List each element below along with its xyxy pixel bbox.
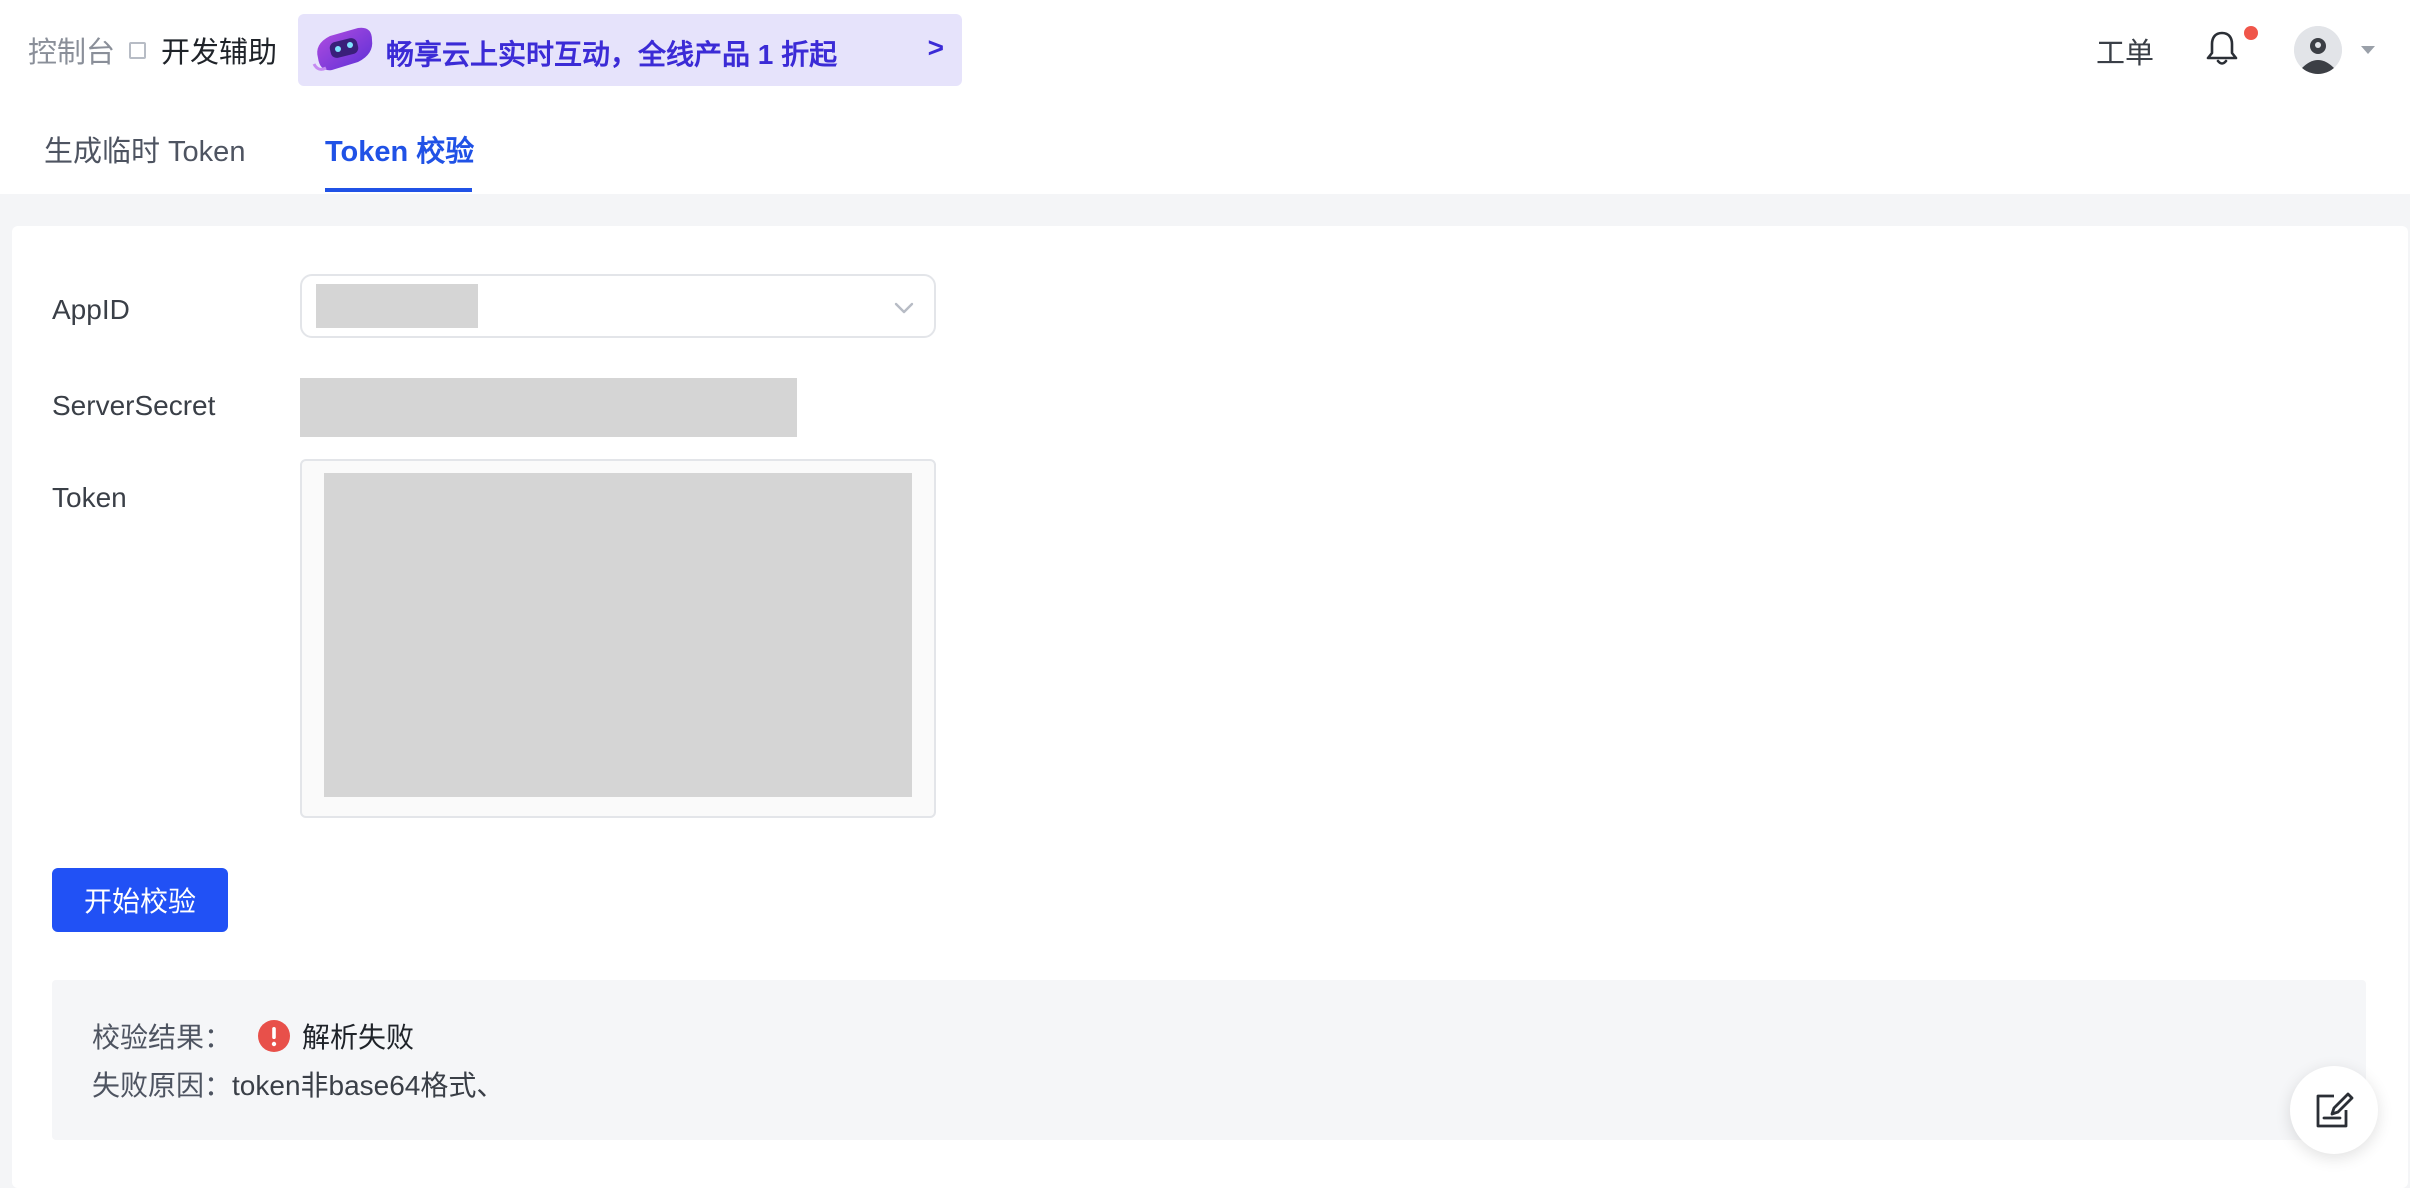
user-avatar-icon: [2294, 26, 2342, 74]
verify-result-panel: 校验结果： 解析失败 失败原因： token非base64格式、: [52, 980, 2366, 1140]
appid-select[interactable]: [300, 274, 936, 338]
token-value-redacted: [324, 473, 912, 797]
promo-arrow: >: [927, 32, 944, 63]
tab-token-verify[interactable]: Token 校验: [325, 128, 474, 170]
promo-banner[interactable]: 畅享云上实时互动，全线产品 1 折起 >: [298, 14, 962, 86]
result-status-text: 解析失败: [302, 1022, 415, 1053]
appid-label: AppID: [52, 294, 130, 325]
tab-generate-token[interactable]: 生成临时 Token: [44, 128, 245, 170]
result-reason-text: token非base64格式、: [232, 1070, 505, 1101]
error-circle-icon: [258, 1020, 291, 1052]
token-textarea[interactable]: [300, 459, 936, 818]
result-reason-row: 失败原因： token非base64格式、: [92, 1064, 504, 1104]
breadcrumb-separator-icon: [129, 41, 147, 59]
avatar[interactable]: [2294, 26, 2342, 74]
chevron-down-icon[interactable]: [2360, 44, 2376, 56]
active-tab-indicator: [325, 188, 472, 192]
result-reason-key: 失败原因：: [92, 1070, 233, 1101]
verify-card: AppID ServerSecret Token 开始校验 校验结果： 解析失败…: [12, 226, 2408, 1188]
token-label: Token: [52, 482, 127, 513]
start-verify-button[interactable]: 开始校验: [52, 868, 228, 932]
serversecret-input[interactable]: [300, 378, 797, 437]
breadcrumb-root[interactable]: 控制台: [28, 29, 115, 71]
notification-dot: [2244, 26, 2258, 40]
breadcrumb: 控制台 开发辅助: [28, 30, 277, 70]
chevron-down-icon: [894, 302, 914, 314]
promo-text: 畅享云上实时互动，全线产品 1 折起: [386, 39, 838, 70]
result-status-row: 校验结果： 解析失败: [92, 1016, 414, 1056]
result-status-key: 校验结果：: [92, 1022, 233, 1053]
breadcrumb-current: 开发辅助: [161, 37, 278, 69]
top-header: 控制台 开发辅助 畅享云上实时互动，全线产品 1 折起 > 工单: [0, 0, 2410, 98]
edit-note-icon: [2316, 1092, 2354, 1128]
robot-mascot-icon: [312, 27, 373, 71]
bell-icon[interactable]: [2204, 28, 2240, 68]
tab-bar: 生成临时 Token Token 校验: [0, 98, 2410, 194]
feedback-button[interactable]: [2290, 1066, 2378, 1154]
appid-value-redacted: [316, 284, 478, 328]
serversecret-label: ServerSecret: [52, 390, 216, 421]
ticket-link[interactable]: 工单: [2096, 30, 2154, 72]
